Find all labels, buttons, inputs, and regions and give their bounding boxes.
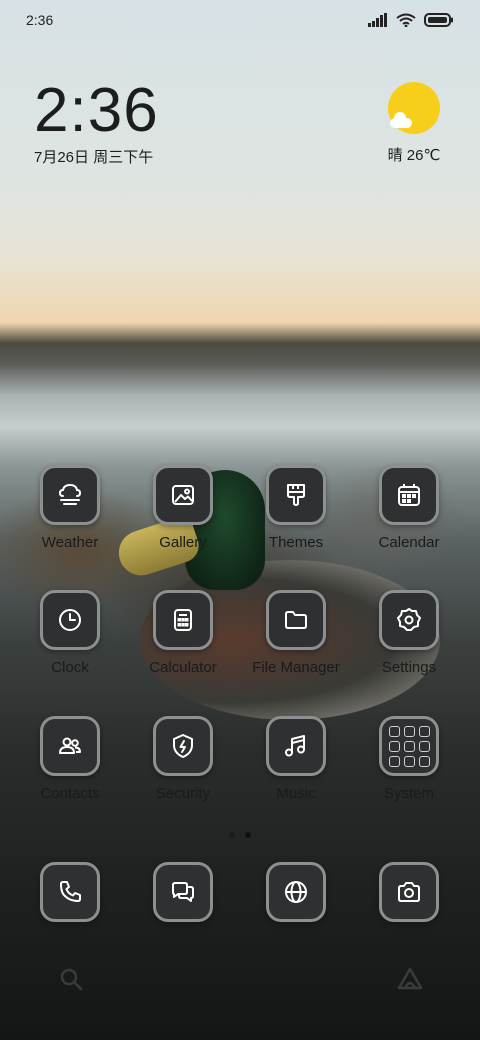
app-label: Themes <box>268 534 324 551</box>
app-label: Music <box>276 785 316 802</box>
weather-widget-text: 晴 26℃ <box>387 147 441 164</box>
app-label: File Manager <box>252 659 340 676</box>
clock-widget-time: 2:36 <box>34 76 159 145</box>
app-system-folder[interactable]: System <box>353 716 465 802</box>
camera-icon <box>379 862 439 922</box>
app-label: Calendar <box>378 534 440 551</box>
dock-messages[interactable] <box>127 862 239 922</box>
music-icon <box>266 716 326 776</box>
page-indicator <box>0 832 480 838</box>
calendar-icon <box>379 465 439 525</box>
system-folder-icon <box>379 716 439 776</box>
assistant-icon[interactable] <box>396 966 424 997</box>
themes-icon <box>266 465 326 525</box>
weather-icon <box>40 465 100 525</box>
clock-icon <box>40 590 100 650</box>
app-weather[interactable]: Weather <box>14 465 126 551</box>
app-label: System <box>383 785 434 802</box>
phone-icon <box>40 862 100 922</box>
status-time: 2:36 <box>26 12 54 28</box>
search-icon[interactable] <box>58 966 84 997</box>
gear-icon <box>379 590 439 650</box>
clock-widget-date: 7月26日 周三下午 <box>34 149 154 166</box>
app-clock[interactable]: Clock <box>14 590 126 676</box>
signal-icon <box>368 13 387 27</box>
dock-phone[interactable] <box>14 862 126 922</box>
contacts-icon <box>40 716 100 776</box>
app-label: Gallery <box>159 534 207 551</box>
dock-camera[interactable] <box>353 862 465 922</box>
app-music[interactable]: Music <box>240 716 352 802</box>
app-label: Weather <box>41 534 99 551</box>
app-file-manager[interactable]: File Manager <box>240 590 352 676</box>
browser-icon <box>266 862 326 922</box>
status-icons <box>368 13 454 27</box>
app-label: Contacts <box>40 785 100 802</box>
dock-browser[interactable] <box>240 862 352 922</box>
wifi-icon <box>396 13 416 27</box>
weather-widget[interactable]: 晴 26℃ <box>384 82 444 165</box>
app-themes[interactable]: Themes <box>240 465 352 551</box>
app-label: Clock <box>51 659 89 676</box>
app-contacts[interactable]: Contacts <box>14 716 126 802</box>
sunny-cloud-icon <box>388 82 440 134</box>
folder-icon <box>266 590 326 650</box>
messages-icon <box>153 862 213 922</box>
status-bar: 2:36 <box>0 0 480 40</box>
app-label: Settings <box>381 659 437 676</box>
shield-icon <box>153 716 213 776</box>
page-dot[interactable] <box>229 832 235 838</box>
calculator-icon <box>153 590 213 650</box>
app-settings[interactable]: Settings <box>353 590 465 676</box>
clock-widget[interactable]: 2:36 7月26日 周三下午 <box>34 78 159 167</box>
app-security[interactable]: Security <box>127 716 239 802</box>
app-calculator[interactable]: Calculator <box>127 590 239 676</box>
battery-icon <box>424 13 453 27</box>
app-calendar[interactable]: Calendar <box>353 465 465 551</box>
app-gallery[interactable]: Gallery <box>127 465 239 551</box>
app-label: Calculator <box>149 659 217 676</box>
gallery-icon <box>153 465 213 525</box>
page-dot-active[interactable] <box>245 832 251 838</box>
app-label: Security <box>155 785 211 802</box>
